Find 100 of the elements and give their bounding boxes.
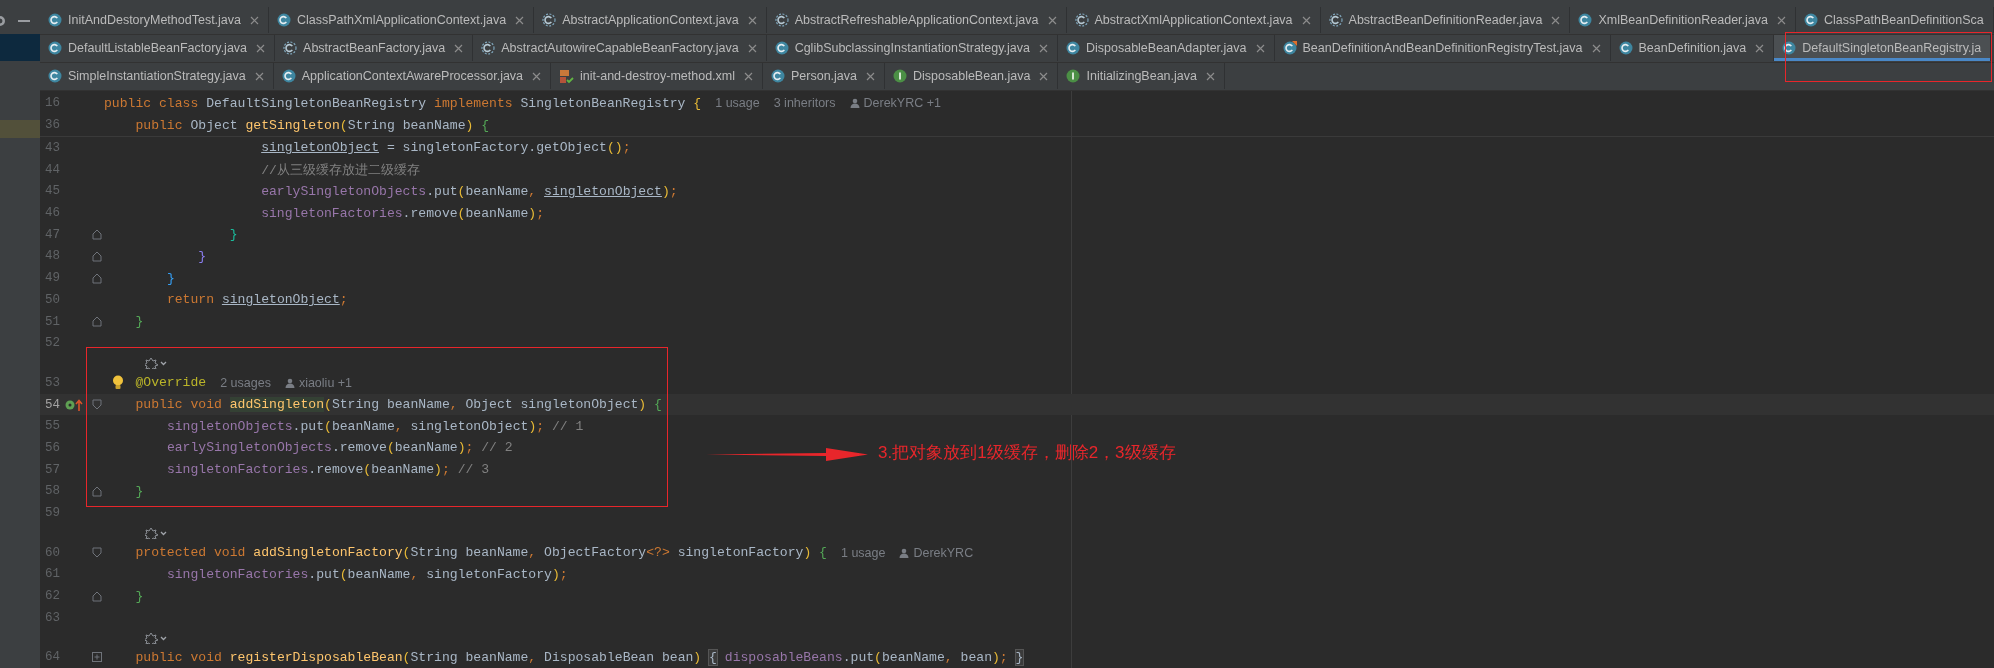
class-icon <box>48 41 62 55</box>
code-line: singletonFactories.remove(beanName); <box>261 205 545 221</box>
interface-icon <box>893 69 907 83</box>
fold-marker-icon[interactable] <box>92 272 102 284</box>
tab-label: InitializingBean.java <box>1086 69 1197 83</box>
abstract-class-icon <box>1328 13 1343 27</box>
abstract-class-icon <box>283 41 298 55</box>
fold-marker-icon[interactable] <box>92 590 102 602</box>
close-icon[interactable] <box>744 71 753 81</box>
close-icon[interactable] <box>515 15 525 25</box>
class-icon <box>1803 13 1818 27</box>
line-number: 49 <box>44 271 60 286</box>
interface-icon <box>1066 69 1081 83</box>
tab-label: SimpleInstantiationStrategy.java <box>68 69 246 83</box>
line-number: 53 <box>44 375 60 390</box>
editor-tab[interactable]: DefaultSingletonBeanRegistry.ja <box>1774 35 1992 61</box>
inlay-hint[interactable]: 1 usage <box>840 545 886 560</box>
tab-label: AbstractApplicationContext.java <box>562 13 739 27</box>
close-icon[interactable] <box>532 71 542 81</box>
tab-label: Person.java <box>791 69 857 83</box>
abstract-class-icon <box>542 13 557 27</box>
close-icon[interactable] <box>454 43 464 53</box>
fold-marker-icon[interactable] <box>92 229 102 241</box>
fold-marker-icon[interactable] <box>92 250 102 262</box>
code-vision-icon[interactable] <box>145 357 167 370</box>
person-icon <box>849 98 860 108</box>
line-number: 62 <box>44 589 60 604</box>
fold-marker-icon[interactable] <box>92 399 102 411</box>
close-icon[interactable] <box>1039 71 1049 81</box>
close-icon[interactable] <box>1755 43 1765 53</box>
line-number: 43 <box>44 140 60 155</box>
author-name: xiaoliu +1 <box>298 375 353 390</box>
close-icon[interactable] <box>1047 15 1057 25</box>
code-vision-icon[interactable] <box>145 631 167 644</box>
close-icon[interactable] <box>256 43 266 53</box>
tab-label: InitAndDestoryMethodTest.java <box>68 13 241 27</box>
class-icon <box>1578 13 1593 27</box>
close-icon[interactable] <box>1776 15 1786 25</box>
tab-label: AbstractBeanDefinitionReader.java <box>1348 13 1543 27</box>
line-number: 56 <box>44 440 60 455</box>
code-line: earlySingletonObjects.put(beanName, singletonObject); <box>261 183 678 199</box>
close-icon[interactable] <box>1591 43 1601 53</box>
fold-marker-icon[interactable] <box>92 316 102 328</box>
tab-label: ClassPathBeanDefinitionSca <box>1823 13 1984 27</box>
author-hint[interactable]: DerekYRC +1 <box>849 96 941 110</box>
abstract-class-icon <box>481 41 496 55</box>
close-icon[interactable] <box>1301 15 1311 25</box>
code-line: public class DefaultSingletonBeanRegistry implements SingletonBeanRegistry { <box>104 95 702 111</box>
close-icon[interactable] <box>747 43 757 53</box>
tab-label: BeanDefinitionAndBeanDefinitionRegistryTest.java <box>1302 41 1583 55</box>
line-number: 63 <box>44 610 60 625</box>
line-number: 45 <box>44 184 60 199</box>
close-icon[interactable] <box>1551 15 1561 25</box>
tab-label: XmlBeanDefinitionReader.java <box>1598 13 1768 27</box>
inlay-hint[interactable]: 3 inheritors <box>773 96 836 110</box>
code-line: } <box>229 227 238 243</box>
close-icon[interactable] <box>747 15 757 25</box>
line-number: 54 <box>44 397 60 412</box>
tab-label: DefaultSingletonBeanRegistry.ja <box>1802 41 1982 55</box>
close-icon[interactable] <box>250 15 259 25</box>
author-hint[interactable]: DerekYRC <box>899 545 974 560</box>
override-marker-icon[interactable] <box>64 397 86 412</box>
tab-label: AbstractXmlApplicationContext.java <box>1094 13 1293 27</box>
tab-label: AbstractAutowireCapableBeanFactory.java <box>501 41 739 55</box>
tab-label: DisposableBean.java <box>913 69 1031 83</box>
tab-label: ApplicationContextAwareProcessor.java <box>301 69 524 83</box>
tab-label: AbstractBeanFactory.java <box>303 41 446 55</box>
expand-marker-icon[interactable] <box>92 652 102 663</box>
code-line: public void registerDisposableBean(String beanName, DisposableBean bean) { disposableBeans.put(beanName, bean); } <box>135 649 1024 665</box>
line-number: 61 <box>44 567 60 582</box>
code-line: } <box>135 314 144 330</box>
tab-label: CglibSubclassingInstantiationStrategy.java <box>794 41 1030 55</box>
code-line: public Object getSingleton(String beanName) { <box>135 117 490 133</box>
inlay-hint[interactable]: 1 usage <box>715 96 760 110</box>
lightbulb-icon[interactable] <box>112 374 124 390</box>
close-icon[interactable] <box>1038 43 1048 53</box>
inlay-hint[interactable]: 2 usages <box>220 375 271 390</box>
line-number: 55 <box>44 419 60 434</box>
author-hint[interactable]: xiaoliu +1 <box>284 375 353 390</box>
class-icon <box>277 13 291 27</box>
person-icon <box>899 547 910 558</box>
settings-icon[interactable] <box>0 13 8 28</box>
close-icon[interactable] <box>1205 71 1215 81</box>
minimize-icon[interactable] <box>18 19 30 22</box>
person-icon <box>284 377 295 388</box>
code-line: //从三级缓存放进二级缓存 <box>261 161 420 179</box>
class-icon <box>771 69 785 83</box>
line-number: 50 <box>44 292 60 307</box>
fold-marker-icon[interactable] <box>92 547 102 559</box>
class-icon <box>281 69 296 83</box>
code-vision-icon[interactable] <box>145 526 167 539</box>
annotation-note: 3.把对象放到1级缓存，删除2，3级缓存 <box>878 442 1176 464</box>
close-icon[interactable] <box>866 71 875 81</box>
close-icon[interactable] <box>1255 43 1265 53</box>
line-number: 52 <box>44 336 60 351</box>
close-icon[interactable] <box>254 71 264 81</box>
line-number: 58 <box>44 484 60 499</box>
xml-file-icon <box>559 68 575 84</box>
fold-marker-icon[interactable] <box>92 485 102 497</box>
line-number: 46 <box>44 206 60 220</box>
